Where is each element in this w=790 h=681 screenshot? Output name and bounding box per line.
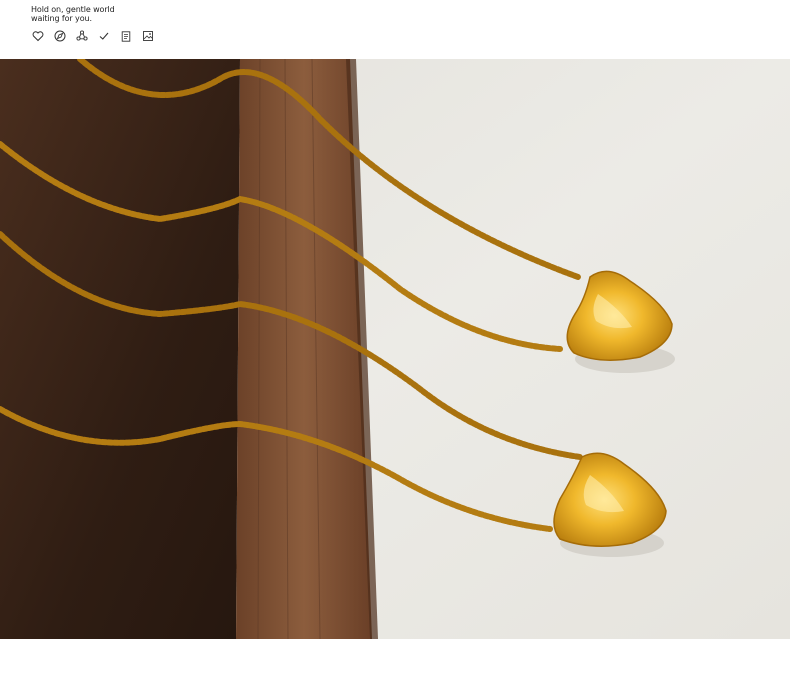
toolbar-header: Hold on, gentle world waiting for you. xyxy=(0,0,790,59)
clipboard-icon[interactable] xyxy=(119,29,132,42)
action-icons xyxy=(31,29,154,42)
page-footer xyxy=(0,639,790,681)
compass-icon[interactable] xyxy=(53,29,66,42)
heart-icon[interactable] xyxy=(31,29,44,42)
product-photo xyxy=(0,59,790,639)
check-icon[interactable] xyxy=(97,29,110,42)
share-icon[interactable] xyxy=(75,29,88,42)
necklace-illustration xyxy=(0,59,790,639)
tagline-line-2: waiting for you. xyxy=(31,14,92,23)
tagline: Hold on, gentle world waiting for you. xyxy=(31,5,115,23)
tagline-line-1: Hold on, gentle world xyxy=(31,5,115,14)
image-icon[interactable] xyxy=(141,29,154,42)
wood-board xyxy=(0,59,240,639)
